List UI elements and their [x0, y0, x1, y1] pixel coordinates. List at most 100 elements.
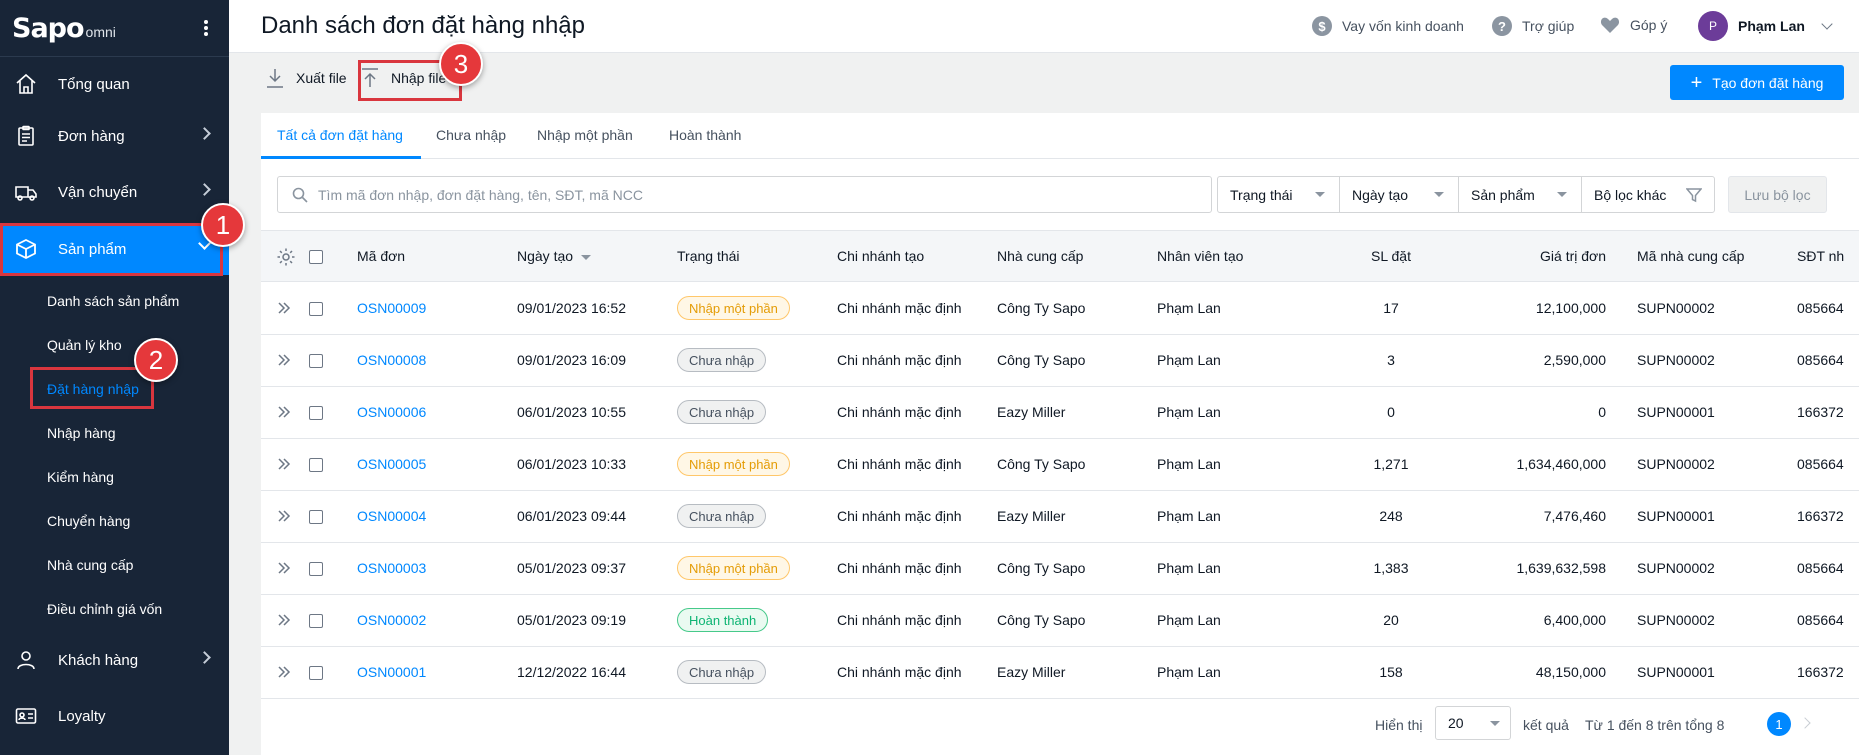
order-code-link[interactable]: OSN00003 — [357, 560, 426, 576]
row-checkbox[interactable] — [309, 458, 323, 472]
row-checkbox[interactable] — [309, 302, 323, 316]
expand-row-icon[interactable] — [277, 561, 291, 575]
supplier: Công Ty Sapo — [997, 300, 1086, 316]
save-filter-button[interactable]: Lưu bộ lọc — [1728, 176, 1827, 213]
kebab-menu-icon[interactable] — [197, 17, 215, 39]
tab-all-orders[interactable]: Tất cả đơn đặt hàng — [277, 127, 403, 143]
created-date: 05/01/2023 09:37 — [517, 560, 626, 576]
tab-completed[interactable]: Hoàn thành — [669, 127, 741, 143]
sidebar-item-loyalty[interactable]: Loyalty — [0, 690, 229, 742]
page-size-select[interactable]: 20 — [1435, 706, 1511, 740]
sidebar-sub-stock-check[interactable]: Kiểm hàng — [47, 469, 114, 485]
table-row[interactable]: OSN00009 09/01/2023 16:52 Nhập một phần Chi… — [261, 283, 1859, 335]
order-value: 6,400,000 — [1543, 612, 1606, 628]
col-branch: Chi nhánh tạo — [837, 248, 925, 264]
supplier: Công Ty Sapo — [997, 612, 1086, 628]
next-page-icon[interactable] — [1799, 717, 1811, 729]
expand-row-icon[interactable] — [277, 301, 291, 315]
row-checkbox[interactable] — [309, 406, 323, 420]
branch: Chi nhánh mặc định — [837, 560, 962, 576]
order-code-link[interactable]: OSN00008 — [357, 352, 426, 368]
sidebar-sub-suppliers[interactable]: Nhà cung cấp — [47, 557, 133, 573]
sidebar-sub-purchase-orders[interactable]: Đặt hàng nhập — [47, 381, 139, 397]
expand-row-icon[interactable] — [277, 509, 291, 523]
sidebar-item-shipping[interactable]: Vận chuyển — [0, 166, 229, 218]
quantity: 3 — [1387, 352, 1395, 368]
expand-row-icon[interactable] — [277, 405, 291, 419]
sidebar-sub-transfer[interactable]: Chuyển hàng — [47, 513, 130, 529]
tab-partial[interactable]: Nhập một phần — [537, 127, 633, 143]
order-code-link[interactable]: OSN00004 — [357, 508, 426, 524]
export-file-button[interactable]: Xuất file — [266, 68, 347, 88]
sidebar-item-orders[interactable]: Đơn hàng — [0, 110, 229, 162]
caret-down-icon — [1315, 192, 1325, 197]
row-checkbox[interactable] — [309, 354, 323, 368]
sidebar-item-overview[interactable]: Tổng quan — [0, 58, 229, 110]
step-1-badge: 1 — [201, 203, 245, 247]
created-date: 09/01/2023 16:52 — [517, 300, 626, 316]
tab-not-received[interactable]: Chưa nhập — [436, 127, 506, 143]
logo-suffix: omni — [85, 23, 116, 40]
expand-row-icon[interactable] — [277, 665, 291, 679]
sapo-logo[interactable]: Sapo omni — [12, 13, 116, 44]
row-checkbox[interactable] — [309, 666, 323, 680]
filter-more[interactable]: Bộ lọc khác — [1582, 177, 1714, 212]
import-file-button[interactable]: Nhập file — [361, 68, 446, 88]
col-created-date[interactable]: Ngày tạo — [517, 248, 592, 264]
help-link[interactable]: ? Trợ giúp — [1492, 16, 1574, 36]
step-2-badge: 2 — [134, 338, 178, 382]
col-status: Trạng thái — [677, 248, 740, 264]
filter-label: Bộ lọc khác — [1594, 186, 1667, 203]
plus-icon: + — [1690, 71, 1703, 94]
page-1-button[interactable]: 1 — [1767, 712, 1791, 736]
quantity: 17 — [1383, 300, 1399, 316]
clipboard-icon — [14, 124, 38, 148]
row-checkbox[interactable] — [309, 510, 323, 524]
staff: Phạm Lan — [1157, 404, 1221, 420]
order-code-link[interactable]: OSN00002 — [357, 612, 426, 628]
table-row[interactable]: OSN00008 09/01/2023 16:09 Chưa nhập Chi nhá… — [261, 335, 1859, 387]
download-icon — [267, 69, 283, 88]
staff: Phạm Lan — [1157, 508, 1221, 524]
truck-icon — [14, 180, 38, 204]
order-code-link[interactable]: OSN00001 — [357, 664, 426, 680]
filter-product[interactable]: Sản phẩm — [1459, 177, 1582, 212]
feedback-link[interactable]: Góp ý — [1600, 16, 1667, 34]
status-badge: Chưa nhập — [677, 660, 767, 684]
sidebar-sub-cost-adjust[interactable]: Điều chỉnh giá vốn — [47, 601, 162, 617]
select-all-checkbox[interactable] — [309, 250, 323, 264]
table-row[interactable]: OSN00001 12/12/2022 16:44 Chưa nhập Chi nhá… — [261, 647, 1859, 699]
business-loan-label: Vay vốn kinh doanh — [1342, 18, 1464, 34]
filter-created-date[interactable]: Ngày tạo — [1340, 177, 1459, 212]
order-code-link[interactable]: OSN00005 — [357, 456, 426, 472]
expand-row-icon[interactable] — [277, 613, 291, 627]
page-title: Danh sách đơn đặt hàng nhập — [261, 12, 585, 39]
create-purchase-order-button[interactable]: + Tạo đơn đặt hàng — [1670, 65, 1844, 100]
expand-row-icon[interactable] — [277, 457, 291, 471]
filter-group: Trạng thái Ngày tạo Sản phẩm Bộ lọc khác — [1217, 176, 1715, 213]
row-checkbox[interactable] — [309, 562, 323, 576]
chevron-right-icon — [198, 183, 211, 196]
search-input[interactable]: Tìm mã đơn nhập, đơn đặt hàng, tên, SĐT,… — [277, 176, 1212, 213]
gear-icon[interactable] — [276, 247, 296, 267]
order-code-link[interactable]: OSN00009 — [357, 300, 426, 316]
table-row[interactable]: OSN00006 06/01/2023 10:55 Chưa nhập Chi nhá… — [261, 387, 1859, 439]
staff: Phạm Lan — [1157, 560, 1221, 576]
order-code-link[interactable]: OSN00006 — [357, 404, 426, 420]
row-checkbox[interactable] — [309, 614, 323, 628]
sidebar-sub-product-list[interactable]: Danh sách sản phẩm — [47, 293, 179, 309]
sidebar-item-products[interactable]: Sản phẩm — [0, 223, 229, 275]
business-loan-link[interactable]: $ Vay vốn kinh doanh — [1312, 16, 1464, 36]
table-row[interactable]: OSN00005 06/01/2023 10:33 Nhập một phần Chi… — [261, 439, 1859, 491]
table-row[interactable]: OSN00003 05/01/2023 09:37 Nhập một phần Chi… — [261, 543, 1859, 595]
expand-row-icon[interactable] — [277, 353, 291, 367]
caret-down-icon — [1490, 721, 1500, 726]
staff: Phạm Lan — [1157, 664, 1221, 680]
table-row[interactable]: OSN00002 05/01/2023 09:19 Hoàn thành Chi nh… — [261, 595, 1859, 647]
user-menu[interactable]: P Phạm Lan — [1698, 11, 1833, 41]
sidebar-sub-receive-goods[interactable]: Nhập hàng — [47, 425, 116, 441]
sidebar-item-customers[interactable]: Khách hàng — [0, 634, 229, 686]
filter-status[interactable]: Trạng thái — [1218, 177, 1340, 212]
table-row[interactable]: OSN00004 06/01/2023 09:44 Chưa nhập Chi nhá… — [261, 491, 1859, 543]
sidebar-sub-inventory[interactable]: Quản lý kho — [47, 337, 122, 353]
